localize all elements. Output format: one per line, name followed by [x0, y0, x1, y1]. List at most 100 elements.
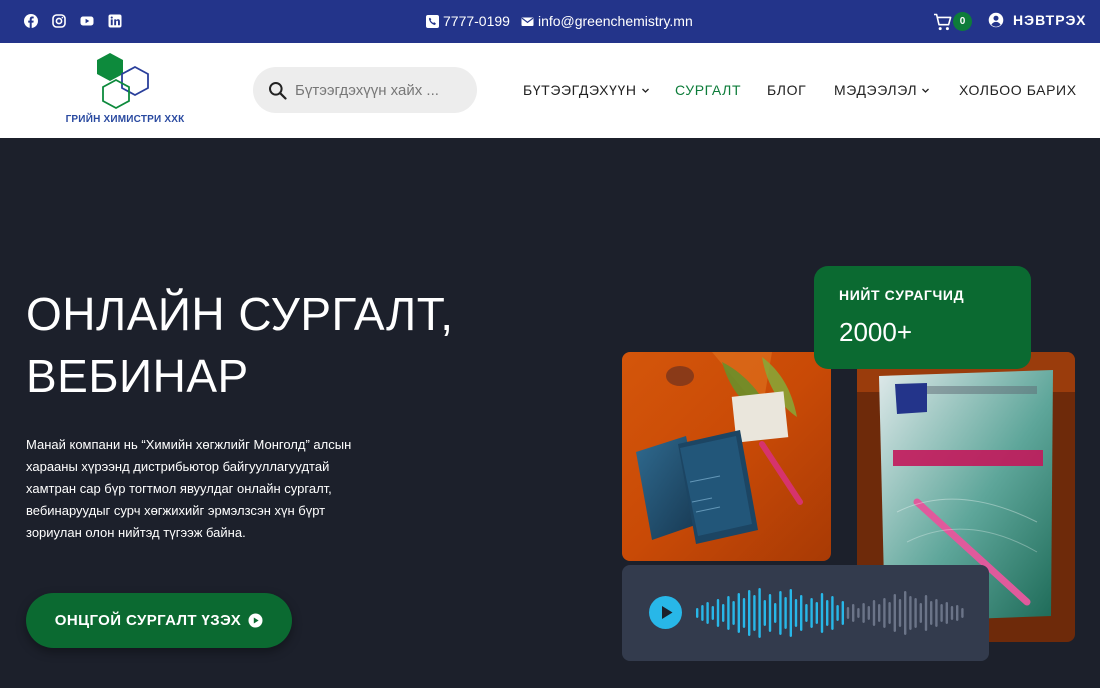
waveform-bar — [794, 599, 798, 627]
waveform-bar — [883, 598, 886, 628]
hero-title-line: ВЕБИНАР — [26, 350, 249, 402]
play-icon — [662, 606, 673, 619]
waveform-bar — [930, 601, 933, 625]
waveform-bar — [893, 594, 896, 632]
main-nav: БҮТЭЭГДЭХҮҮН СУРГАЛТ БЛОГ МЭДЭЭЛЭЛ ХОЛБО… — [0, 82, 1100, 100]
waveform-bar — [779, 591, 782, 635]
waveform-bar — [696, 608, 699, 618]
waveform-bar — [784, 597, 787, 629]
top-bar: 7777-0199 info@greenchemistry.mn 0 НЭВТР… — [0, 0, 1100, 43]
nav-item-training[interactable]: СУРГАЛТ — [675, 82, 741, 98]
waveform-bar — [701, 605, 704, 621]
waveform-bar — [945, 602, 948, 624]
waveform-bar — [852, 604, 855, 622]
stat-value: 2000+ — [839, 317, 913, 347]
play-circle-icon — [248, 613, 263, 628]
hero-title-line: ОНЛАЙН СУРГАЛТ, — [26, 288, 454, 340]
mail-icon — [521, 15, 534, 28]
waveform-bar — [919, 603, 922, 623]
play-button[interactable] — [649, 596, 682, 629]
hero-description: Манай компани нь “Химийн хөгжлийг Монгол… — [26, 437, 352, 540]
waveform-bar — [774, 603, 777, 623]
waveform-bar — [810, 598, 813, 628]
waveform-bar — [961, 608, 964, 618]
social-links — [24, 14, 122, 28]
logo-text: ГРИЙН ХИМИСТРИ ХХК — [65, 114, 185, 125]
cta-label: ОНЦГОЙ СУРГАЛТ ҮЗЭХ — [54, 612, 242, 629]
linkedin-icon[interactable] — [108, 14, 122, 28]
waveform-bar — [737, 593, 740, 633]
nav-item-products[interactable]: БҮТЭЭГДЭХҮҮН — [523, 82, 650, 98]
phone-number[interactable]: 7777-0199 — [443, 13, 510, 29]
facebook-icon[interactable] — [24, 14, 38, 28]
waveform-bar — [935, 599, 938, 627]
waveform-bar — [826, 600, 829, 626]
waveform-bar — [872, 600, 876, 626]
cart-button[interactable]: 0 — [933, 11, 973, 33]
cart-icon — [934, 13, 952, 31]
user-icon — [988, 12, 1004, 28]
waveform-bar — [727, 596, 730, 630]
chevron-down-icon — [921, 86, 930, 95]
site-header: ГРИЙН ХИМИСТРИ ХХК БҮТЭЭГДЭХҮҮН СУРГАЛТ … — [0, 43, 1100, 138]
nav-item-blog[interactable]: БЛОГ — [767, 82, 806, 98]
nav-label: ХОЛБОО БАРИХ — [959, 82, 1077, 98]
youtube-icon[interactable] — [80, 14, 94, 28]
waveform-bar — [888, 602, 891, 624]
contact-info: 7777-0199 info@greenchemistry.mn — [426, 13, 693, 29]
login-button[interactable]: НЭВТРЭХ — [988, 12, 1087, 28]
waveform-bar — [805, 604, 808, 622]
waveform-bar — [878, 604, 881, 622]
nav-item-info[interactable]: МЭДЭЭЛЭЛ — [834, 82, 930, 98]
waveform-bar — [846, 607, 850, 619]
waveform-bar — [862, 603, 865, 623]
nav-label: БЛОГ — [767, 82, 807, 98]
waveform-bar — [722, 604, 725, 622]
chevron-down-icon — [641, 86, 650, 95]
waveform-bar — [898, 599, 902, 627]
waveform-bar — [706, 602, 709, 624]
students-stat-card: НИЙТ СУРАГЧИД 2000+ — [814, 266, 1031, 369]
waveform-bar — [956, 605, 959, 621]
books-photo — [622, 352, 831, 561]
waveform-bar — [711, 606, 714, 620]
waveform-bar — [768, 594, 772, 632]
waveform-bar — [789, 589, 792, 637]
nav-label: СУРГАЛТ — [675, 82, 742, 98]
featured-training-button[interactable]: ОНЦГОЙ СУРГАЛТ ҮЗЭХ — [26, 593, 292, 648]
waveform-bar — [716, 599, 720, 627]
waveform-bar — [815, 602, 818, 624]
waveform-bar — [753, 595, 756, 631]
waveform-bar — [914, 598, 917, 628]
hero-section: ОНЛАЙН СУРГАЛТ, ВЕБИНАР Манай компани нь… — [0, 138, 1100, 688]
nav-label: БҮТЭЭГДЭХҮҮН — [523, 82, 637, 98]
waveform-bar — [857, 608, 860, 618]
waveform-bar — [924, 595, 928, 631]
login-label: НЭВТРЭХ — [1013, 12, 1087, 28]
waveform-bar — [732, 601, 735, 625]
waveform-bar — [758, 588, 761, 638]
waveform-bar — [800, 595, 803, 631]
stat-label: НИЙТ СУРАГЧИД — [839, 287, 965, 303]
phone-icon — [426, 14, 439, 28]
waveform-bar — [904, 591, 907, 635]
nav-label: МЭДЭЭЛЭЛ — [834, 82, 918, 98]
instagram-icon[interactable] — [52, 14, 66, 28]
waveform-graphic — [696, 588, 964, 638]
hero-title: ОНЛАЙН СУРГАЛТ, ВЕБИНАР — [26, 283, 546, 407]
waveform-bar — [940, 604, 943, 622]
email-address[interactable]: info@greenchemistry.mn — [538, 13, 693, 29]
audio-waveform[interactable] — [696, 579, 966, 647]
cart-count-badge: 0 — [953, 12, 972, 31]
waveform-bar — [836, 605, 839, 621]
audio-player — [622, 565, 989, 661]
waveform-bar — [831, 596, 834, 630]
waveform-bar — [867, 606, 870, 620]
nav-item-contact[interactable]: ХОЛБОО БАРИХ — [959, 82, 1077, 98]
waveform-bar — [950, 606, 954, 620]
waveform-bar — [909, 596, 912, 630]
waveform-bar — [763, 600, 766, 626]
hexagon-logo-icon — [97, 53, 149, 110]
waveform-bar — [820, 593, 824, 633]
waveform-bar — [748, 590, 751, 636]
